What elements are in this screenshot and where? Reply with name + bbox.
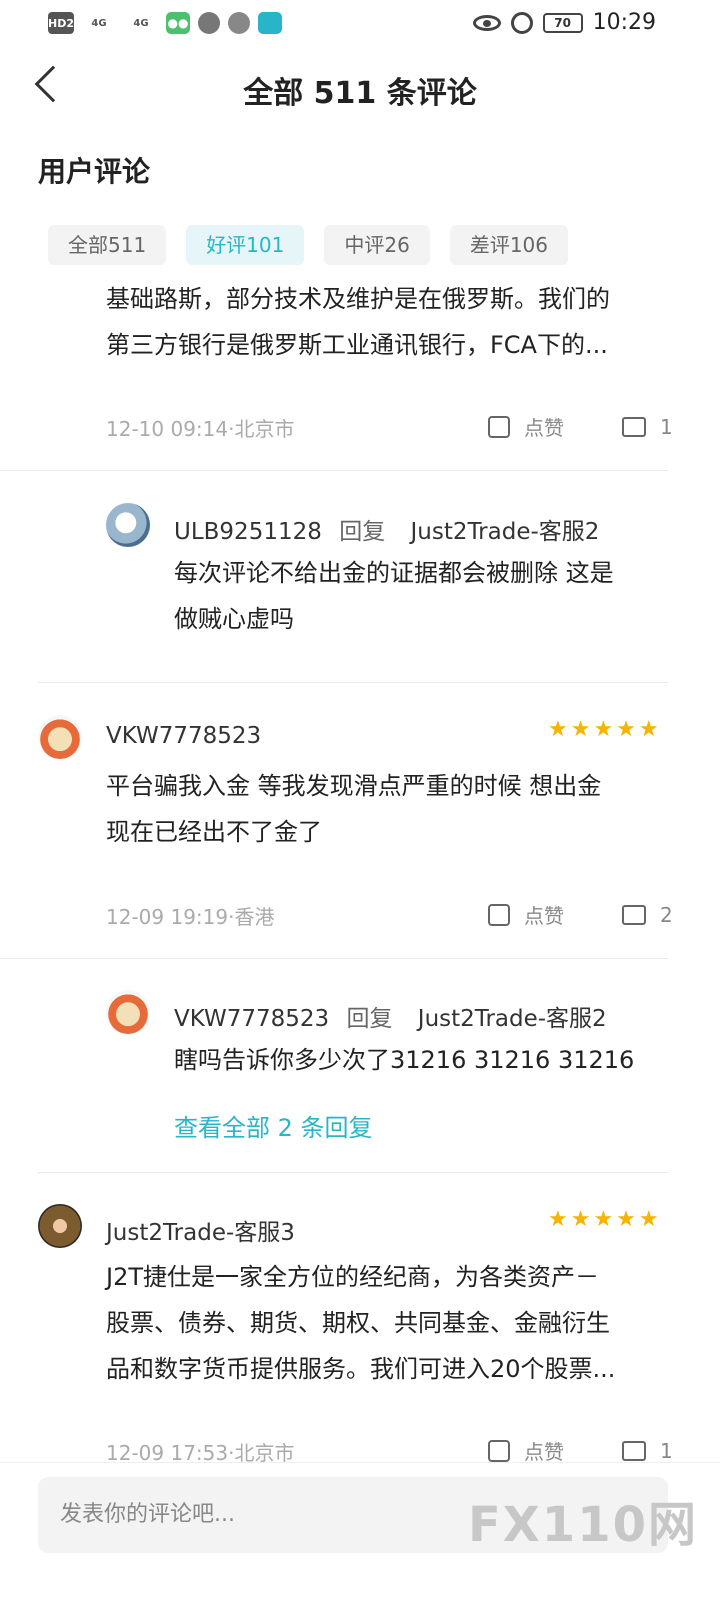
signal-icon: 4G: [91, 17, 107, 29]
message-icon: [198, 12, 220, 34]
alarm-icon: [510, 11, 533, 34]
comment-line: 现在已经出不了金了: [106, 818, 322, 846]
comment-icon[interactable]: [622, 416, 646, 437]
reply-username[interactable]: VKW7778523: [174, 1006, 329, 1032]
rating-stars: ★★★★★: [548, 1207, 662, 1232]
filter-tabs: 全部511 好评101 中评26 差评106: [48, 225, 569, 265]
divider: [38, 1172, 668, 1173]
divider: [0, 958, 668, 959]
section-title: 用户评论: [38, 155, 151, 188]
comment-username[interactable]: Just2Trade-客服3: [106, 1213, 295, 1247]
reply-count: 1: [660, 1438, 673, 1463]
book-icon: [258, 12, 282, 34]
status-bar-left: HD2 4G 4G ●●: [48, 12, 282, 34]
reply-text: 每次评论不给出金的证据都会被删除 这是 做贼心虚吗: [174, 550, 674, 642]
reply-word: 回复: [346, 1006, 393, 1032]
view-all-replies-link[interactable]: 查看全部 2 条回复: [174, 1108, 373, 1143]
reply-text: 瞎吗告诉你多少次了31216 31216 31216: [174, 1046, 635, 1074]
comment-line: 品和数字货币提供服务。我们可进入20个股票...: [106, 1355, 616, 1383]
avatar[interactable]: [38, 1204, 82, 1248]
status-bar: HD2 4G 4G ●● 70 10:29: [0, 0, 720, 48]
comment-actions: 点赞 1: [488, 412, 673, 441]
signal-icon: 4G: [133, 17, 149, 29]
reply-word: 回复: [339, 519, 386, 545]
avatar[interactable]: [38, 715, 82, 759]
reply-header: VKW7778523 回复 Just2Trade-客服2: [174, 999, 607, 1033]
page-title: 全部 511 条评论: [243, 76, 477, 111]
like-label[interactable]: 点赞: [524, 1436, 564, 1465]
comment-actions: 点赞 1: [488, 1436, 673, 1465]
reply-target[interactable]: Just2Trade-客服2: [418, 1006, 607, 1032]
battery-icon: 70: [542, 12, 583, 33]
avatar[interactable]: [106, 503, 150, 547]
comment-line: 平台骗我入金 等我发现滑点严重的时候 想出金: [106, 772, 602, 800]
comment-line: J2T捷仕是一家全方位的经纪商，为各类资产－: [106, 1263, 600, 1291]
tab-neutral[interactable]: 中评26: [324, 225, 430, 265]
like-label[interactable]: 点赞: [524, 900, 564, 929]
comment-icon[interactable]: [622, 904, 646, 925]
reply-count: 2: [660, 902, 673, 927]
clock: 10:29: [592, 10, 656, 35]
comment-text: 基础路斯，部分技术及维护是在俄罗斯。我们的 第三方银行是俄罗斯工业通讯银行，FC…: [106, 276, 686, 368]
comment-line: 基础路斯，部分技术及维护是在俄罗斯。我们的: [106, 285, 610, 313]
rating-stars: ★★★★★: [548, 717, 662, 742]
tab-negative[interactable]: 差评106: [449, 225, 569, 265]
reply-line: 做贼心虚吗: [174, 605, 294, 633]
comment-meta: 12-09 19:19·香港: [106, 905, 275, 929]
comment-line: 股票、债券、期货、期权、共同基金、金融衍生: [106, 1309, 610, 1337]
divider: [0, 470, 668, 471]
reply-target[interactable]: Just2Trade-客服2: [411, 519, 600, 545]
reply-username[interactable]: ULB9251128: [174, 519, 322, 545]
like-label[interactable]: 点赞: [524, 412, 564, 441]
reply-count: 1: [660, 414, 673, 439]
tab-positive[interactable]: 好评101: [186, 225, 305, 265]
comment-actions: 点赞 2: [488, 900, 673, 929]
ball-icon: [228, 12, 250, 34]
status-bar-right: 70 10:29: [472, 10, 656, 35]
reply-header: ULB9251128 回复 Just2Trade-客服2: [174, 512, 599, 546]
divider: [38, 682, 668, 683]
comment-icon[interactable]: [622, 1440, 646, 1461]
like-icon[interactable]: [488, 415, 510, 438]
comment-line: 第三方银行是俄罗斯工业通讯银行，FCA下的...: [106, 331, 608, 359]
comment-meta: 12-10 09:14·北京市: [106, 417, 295, 441]
hd-icon: HD2: [48, 12, 74, 34]
reply-line: 每次评论不给出金的证据都会被删除 这是: [174, 559, 614, 587]
comment-text: 平台骗我入金 等我发现滑点严重的时候 想出金 现在已经出不了金了: [106, 763, 676, 855]
comment-username[interactable]: VKW7778523: [106, 723, 261, 749]
comment-text: J2T捷仕是一家全方位的经纪商，为各类资产－ 股票、债券、期货、期权、共同基金、…: [106, 1254, 686, 1392]
like-icon[interactable]: [488, 1439, 510, 1462]
comment-input-bar: 发表你的评论吧... FX110网: [0, 1462, 720, 1601]
avatar[interactable]: [106, 990, 150, 1034]
like-icon[interactable]: [488, 903, 510, 926]
watermark-logo: FX110网: [468, 1497, 698, 1553]
header: 全部 511 条评论: [0, 55, 720, 119]
tab-all[interactable]: 全部511: [48, 225, 167, 265]
wechat-icon: ●●: [166, 12, 190, 34]
eye-icon: [472, 14, 501, 31]
